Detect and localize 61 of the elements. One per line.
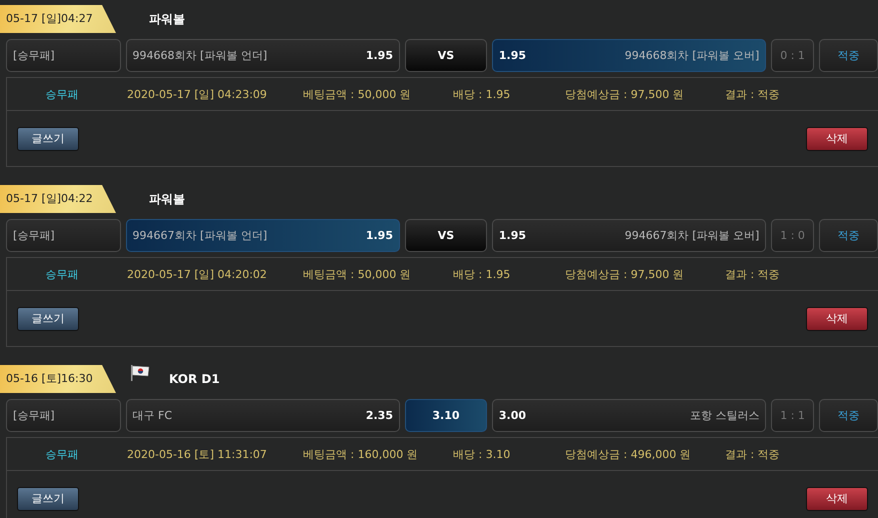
team-name: 994667회차 [파워볼 오버] xyxy=(624,228,760,243)
bet-result: 결과 : 적중 xyxy=(725,266,780,282)
odds-value: 1.95 xyxy=(366,229,393,242)
bet-type: 승무패 xyxy=(44,446,80,462)
result-label: 적중 xyxy=(818,219,878,252)
odds-value: 2.35 xyxy=(366,409,393,422)
odds-value: 3.00 xyxy=(498,409,526,422)
flag-icon xyxy=(130,365,150,381)
write-button[interactable]: 글쓰기 xyxy=(17,126,79,150)
team-name: 994668회차 [파워볼 언더] xyxy=(132,48,268,63)
draw-pick[interactable]: VS xyxy=(404,219,487,252)
delete-button[interactable]: 삭제 xyxy=(806,126,868,150)
odds-value: 1.95 xyxy=(498,49,526,62)
expected-payout: 당첨예상금 : 97,500 원 xyxy=(565,266,685,282)
draw-pick[interactable]: 3.10 xyxy=(404,399,487,432)
result-label: 적중 xyxy=(818,39,878,72)
delete-button[interactable]: 삭제 xyxy=(806,486,868,510)
bet-amount: 베팅금액 : 160,000 원 xyxy=(303,446,419,462)
bet-type: 승무패 xyxy=(44,86,80,102)
market-label: [승무패] xyxy=(6,219,121,252)
home-pick[interactable]: 994667회차 [파워볼 언더] 1.95 xyxy=(126,219,400,252)
score: 0 : 1 xyxy=(771,39,814,72)
league-name: 파워볼 xyxy=(149,190,185,208)
expected-payout: 당첨예상금 : 496,000 원 xyxy=(565,446,692,462)
home-pick[interactable]: 994668회차 [파워볼 언더] 1.95 xyxy=(126,39,400,72)
expected-payout: 당첨예상금 : 97,500 원 xyxy=(565,86,685,102)
team-name: 994668회차 [파워볼 오버] xyxy=(624,48,760,63)
bet-type: 승무패 xyxy=(44,266,80,282)
bet-result: 결과 : 적중 xyxy=(725,446,780,462)
bet-time: 2020-05-16 [토] 11:31:07 xyxy=(126,446,268,462)
odds-value: 1.95 xyxy=(366,49,393,62)
bet-odds: 배당 : 1.95 xyxy=(453,86,512,102)
league-name: 파워볼 xyxy=(149,10,185,28)
bet-odds: 배당 : 3.10 xyxy=(453,446,512,462)
date-badge: 05-16 [토]16:30 xyxy=(0,365,116,393)
away-pick[interactable]: 3.00 포항 스틸러스 xyxy=(492,399,766,432)
away-pick[interactable]: 1.95 994668회차 [파워볼 오버] xyxy=(492,39,766,72)
bet-amount: 베팅금액 : 50,000 원 xyxy=(303,86,412,102)
bet-odds: 배당 : 1.95 xyxy=(453,266,512,282)
home-pick[interactable]: 대구 FC 2.35 xyxy=(126,399,400,432)
team-name: 대구 FC xyxy=(132,408,172,423)
bet-time: 2020-05-17 [일] 04:20:02 xyxy=(126,266,268,282)
result-label: 적중 xyxy=(818,399,878,432)
team-name: 포항 스틸러스 xyxy=(690,408,760,423)
score: 1 : 1 xyxy=(771,399,814,432)
market-label: [승무패] xyxy=(6,399,121,432)
draw-pick[interactable]: VS xyxy=(404,39,487,72)
odds-value: 1.95 xyxy=(498,229,526,242)
bet-result: 결과 : 적중 xyxy=(725,86,780,102)
score: 1 : 0 xyxy=(771,219,814,252)
league-name: KOR D1 xyxy=(169,372,220,386)
delete-button[interactable]: 삭제 xyxy=(806,306,868,330)
bet-time: 2020-05-17 [일] 04:23:09 xyxy=(126,86,268,102)
write-button[interactable]: 글쓰기 xyxy=(17,306,79,330)
market-label: [승무패] xyxy=(6,39,121,72)
date-badge: 05-17 [일]04:27 xyxy=(0,5,116,33)
date-badge: 05-17 [일]04:22 xyxy=(0,185,116,213)
write-button[interactable]: 글쓰기 xyxy=(17,486,79,510)
bet-amount: 베팅금액 : 50,000 원 xyxy=(303,266,412,282)
team-name: 994667회차 [파워볼 언더] xyxy=(132,228,268,243)
away-pick[interactable]: 1.95 994667회차 [파워볼 오버] xyxy=(492,219,766,252)
